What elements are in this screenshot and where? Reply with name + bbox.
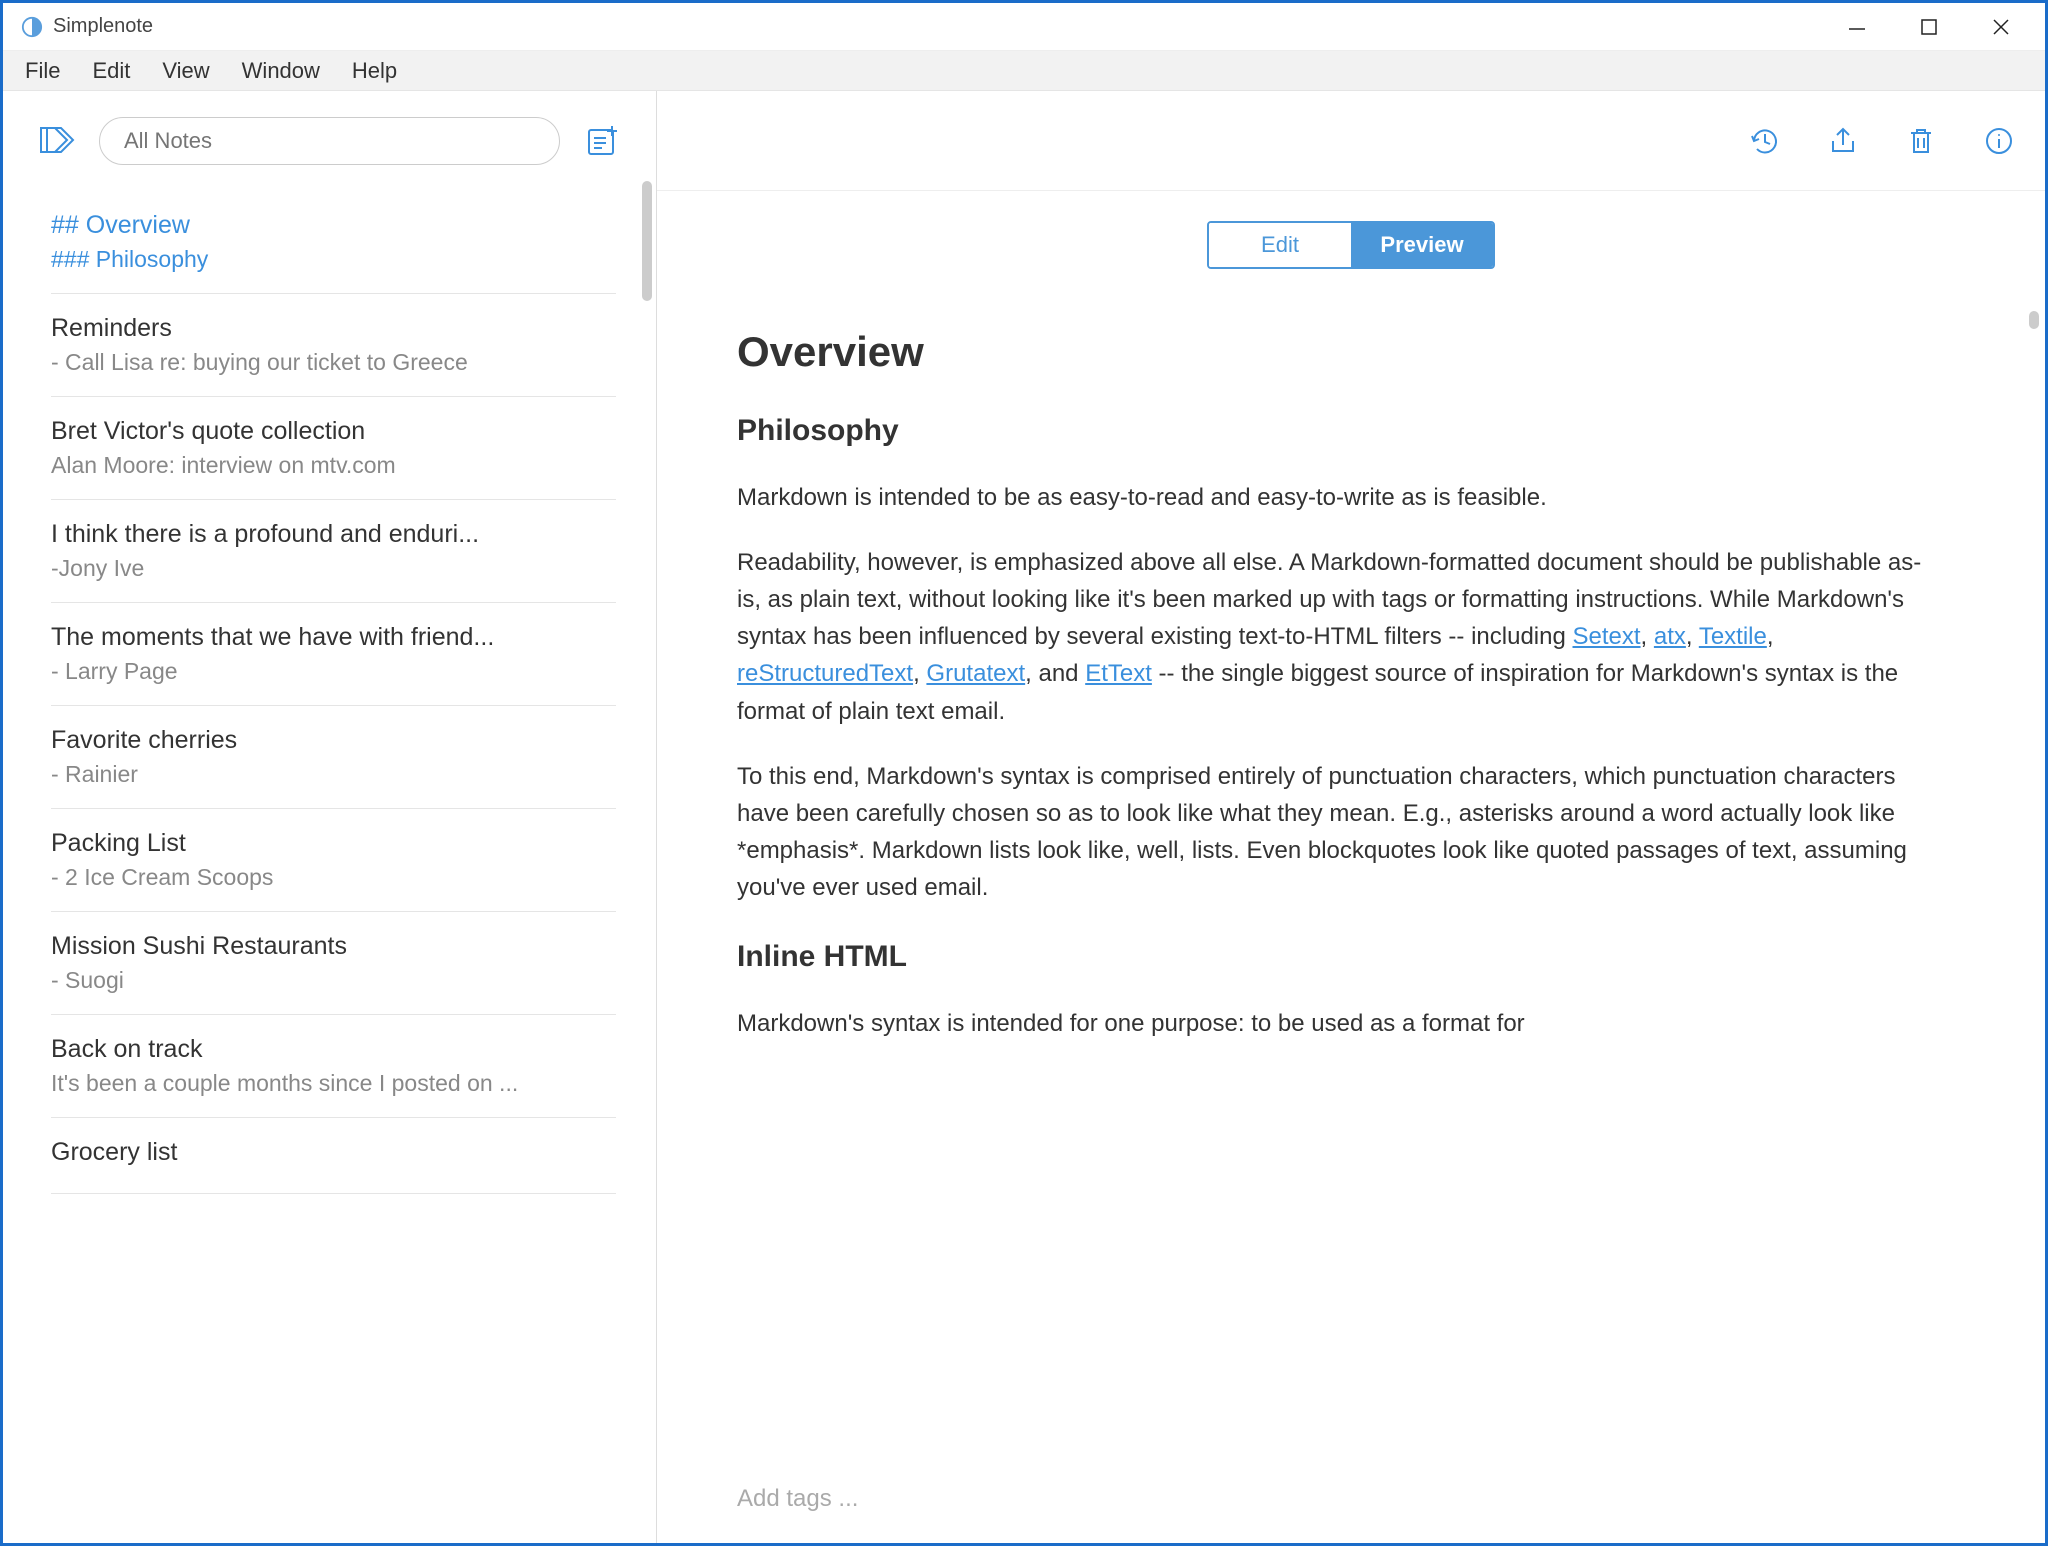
content-paragraph: Markdown's syntax is intended for one pu…: [737, 1005, 1925, 1042]
window-close-button[interactable]: [1965, 3, 2037, 51]
note-preview: - Suogi: [51, 967, 616, 994]
note-title: I think there is a profound and enduri..…: [51, 520, 616, 549]
note-list-item[interactable]: I think there is a profound and enduri..…: [51, 500, 616, 603]
tags-input[interactable]: Add tags ...: [657, 1467, 2045, 1543]
menu-window[interactable]: Window: [228, 52, 334, 90]
note-list-item[interactable]: The moments that we have with friend... -…: [51, 603, 616, 706]
link-grutatext[interactable]: Grutatext: [926, 660, 1025, 687]
sidebar: ## Overview ### Philosophy Reminders - Call…: [3, 91, 657, 1543]
search-input[interactable]: [99, 117, 560, 165]
note-list-item[interactable]: Back on track It's been a couple months s…: [51, 1015, 616, 1118]
note-title: ## Overview: [51, 211, 616, 240]
content-h2: Overview: [737, 319, 1925, 384]
app-title: Simplenote: [53, 15, 153, 38]
note-list-item[interactable]: Packing List - 2 Ice Cream Scoops: [51, 809, 616, 912]
content-paragraph: To this end, Markdown's syntax is compri…: [737, 758, 1925, 907]
new-note-button[interactable]: [580, 119, 624, 163]
note-preview: - Call Lisa re: buying our ticket to Gre…: [51, 349, 616, 376]
content-paragraph: Markdown is intended to be as easy-to-re…: [737, 479, 1925, 516]
note-preview: - Rainier: [51, 761, 616, 788]
link-atx[interactable]: atx: [1654, 623, 1686, 650]
note-preview: ### Philosophy: [51, 246, 616, 273]
note-list-item[interactable]: Bret Victor's quote collection Alan Moore…: [51, 397, 616, 500]
trash-button[interactable]: [1901, 121, 1941, 161]
tags-button[interactable]: [35, 119, 79, 163]
info-button[interactable]: [1979, 121, 2019, 161]
note-list-item[interactable]: ## Overview ### Philosophy: [51, 191, 616, 294]
note-list-item[interactable]: Favorite cherries - Rainier: [51, 706, 616, 809]
note-title: Packing List: [51, 829, 616, 858]
note-title: The moments that we have with friend...: [51, 623, 616, 652]
editor-toolbar: [657, 91, 2045, 191]
sidebar-toolbar: [3, 91, 656, 191]
menu-help[interactable]: Help: [338, 52, 411, 90]
menubar: File Edit View Window Help: [3, 51, 2045, 91]
history-button[interactable]: [1745, 121, 1785, 161]
note-preview: Alan Moore: interview on mtv.com: [51, 452, 616, 479]
note-preview: It's been a couple months since I posted…: [51, 1070, 616, 1097]
note-title: Reminders: [51, 314, 616, 343]
note-title: Back on track: [51, 1035, 616, 1064]
note-title: Favorite cherries: [51, 726, 616, 755]
note-content: Overview Philosophy Markdown is intended…: [657, 289, 2045, 1467]
editor-pane: Edit Preview Overview Philosophy Markdow…: [657, 91, 2045, 1543]
note-list-item[interactable]: Reminders - Call Lisa re: buying our tick…: [51, 294, 616, 397]
titlebar: Simplenote: [3, 3, 2045, 51]
note-list-item[interactable]: Grocery list: [51, 1118, 616, 1194]
content-paragraph: Readability, however, is emphasized abov…: [737, 544, 1925, 730]
note-preview: - Larry Page: [51, 658, 616, 685]
notes-list[interactable]: ## Overview ### Philosophy Reminders - Call…: [3, 191, 656, 1543]
menu-edit[interactable]: Edit: [78, 52, 144, 90]
mode-toggle: Edit Preview: [1207, 221, 1495, 269]
editor-scrollbar-thumb[interactable]: [2029, 311, 2039, 329]
main-area: ## Overview ### Philosophy Reminders - Call…: [3, 91, 2045, 1543]
content-h3-philosophy: Philosophy: [737, 408, 1925, 455]
note-title: Grocery list: [51, 1138, 616, 1167]
window-minimize-button[interactable]: [1821, 3, 1893, 51]
window-maximize-button[interactable]: [1893, 3, 1965, 51]
link-ettext[interactable]: EtText: [1085, 660, 1152, 687]
note-preview: - 2 Ice Cream Scoops: [51, 864, 616, 891]
link-textile[interactable]: Textile: [1699, 623, 1767, 650]
share-button[interactable]: [1823, 121, 1863, 161]
sidebar-scrollbar-thumb[interactable]: [642, 181, 652, 301]
mode-edit-button[interactable]: Edit: [1209, 223, 1351, 267]
menu-file[interactable]: File: [11, 52, 74, 90]
note-title: Mission Sushi Restaurants: [51, 932, 616, 961]
note-list-item[interactable]: Mission Sushi Restaurants - Suogi: [51, 912, 616, 1015]
note-title: Bret Victor's quote collection: [51, 417, 616, 446]
content-h3-inline-html: Inline HTML: [737, 934, 1925, 981]
note-preview: -Jony Ive: [51, 555, 616, 582]
menu-view[interactable]: View: [148, 52, 223, 90]
link-setext[interactable]: Setext: [1573, 623, 1641, 650]
link-restructuredtext[interactable]: reStructuredText: [737, 660, 913, 687]
app-logo-icon: [21, 16, 43, 38]
mode-preview-button[interactable]: Preview: [1351, 223, 1493, 267]
